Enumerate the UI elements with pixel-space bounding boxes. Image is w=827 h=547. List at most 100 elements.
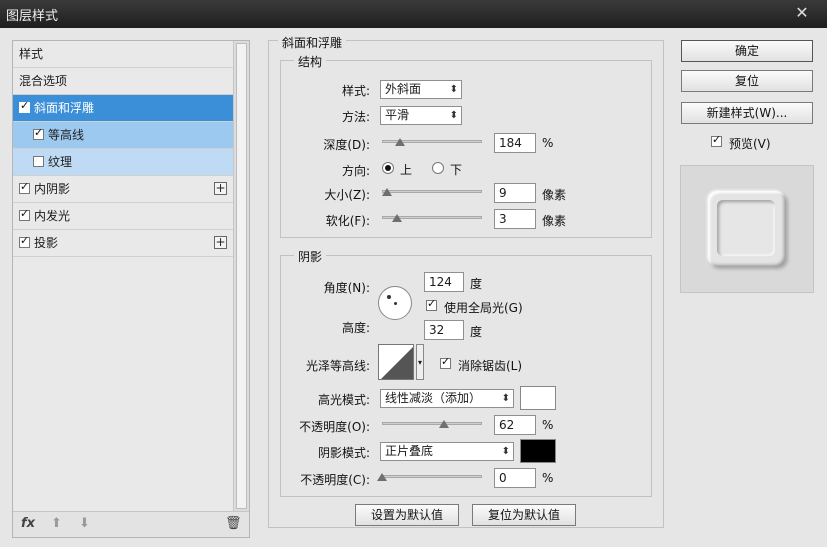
slider-knob[interactable] <box>377 473 387 481</box>
antialias-checkbox[interactable] <box>440 355 451 369</box>
direction-up-label: 上 <box>400 163 413 177</box>
styles-list-scrollbar[interactable] <box>233 41 249 511</box>
highlight-mode-select[interactable]: 线性减淡（添加） <box>380 389 514 408</box>
contour-graph-icon <box>381 347 413 379</box>
altitude-label: 高度: <box>341 321 370 335</box>
move-down-icon[interactable]: ⬇ <box>79 516 90 531</box>
global-light-checkbox[interactable] <box>426 297 437 311</box>
soften-unit: 像素 <box>542 214 567 228</box>
shadow-mode-select[interactable]: 正片叠底 <box>380 442 514 461</box>
style-list-item-label: 内阴影 <box>34 182 71 196</box>
add-style-icon[interactable]: + <box>214 182 227 195</box>
reset-default-button[interactable]: 复位为默认值 <box>472 504 576 526</box>
style-list-item-label: 内发光 <box>34 209 71 223</box>
angle-input[interactable]: 124 <box>424 272 464 292</box>
highlight-opacity-label: 不透明度(O): <box>299 420 370 434</box>
gloss-contour-label: 光泽等高线: <box>305 359 370 373</box>
reset-button[interactable]: 复位 <box>681 70 813 92</box>
shadow-mode-label: 阴影模式: <box>317 446 370 460</box>
shadow-opacity-input[interactable]: 0 <box>494 468 536 488</box>
size-unit: 像素 <box>542 188 567 202</box>
highlight-opacity-input[interactable]: 62 <box>494 415 536 435</box>
gloss-contour-preview[interactable] <box>378 344 414 380</box>
styles-list: 样式混合选项斜面和浮雕等高线纹理内阴影 + 内发光投影 + <box>13 41 233 511</box>
close-icon[interactable]: ✕ <box>785 2 819 24</box>
preview-checkbox[interactable] <box>711 133 722 147</box>
style-list-item[interactable]: 纹理 <box>13 149 233 176</box>
method-select[interactable]: 平滑 <box>380 106 462 125</box>
style-select[interactable]: 外斜面 <box>380 80 462 99</box>
window-title: 图层样式 <box>6 9 59 24</box>
depth-unit: % <box>542 136 554 150</box>
depth-input[interactable]: 184 <box>494 133 536 153</box>
style-list-item[interactable]: 混合选项 <box>13 68 233 95</box>
slider-track <box>382 422 482 425</box>
set-default-button[interactable]: 设置为默认值 <box>355 504 459 526</box>
soften-slider[interactable] <box>382 214 482 222</box>
style-preview-box <box>680 165 814 293</box>
style-list-item[interactable]: 内阴影 + <box>13 176 233 203</box>
layer-style-dialog: 样式混合选项斜面和浮雕等高线纹理内阴影+内发光投影+ fx ⬆ ⬇ 🗑 斜面和浮… <box>0 28 827 547</box>
fx-icon[interactable]: fx <box>21 516 35 531</box>
altitude-unit: 度 <box>470 325 483 339</box>
style-enable-checkbox[interactable] <box>19 234 30 248</box>
size-label: 大小(Z): <box>324 188 370 202</box>
soften-input[interactable]: 3 <box>494 209 536 229</box>
direction-label: 方向: <box>341 164 370 178</box>
add-style-icon[interactable]: + <box>214 236 227 249</box>
slider-knob[interactable] <box>395 138 405 146</box>
style-list-item[interactable]: 等高线 <box>13 122 233 149</box>
angle-unit: 度 <box>470 277 483 291</box>
style-list-item[interactable]: 斜面和浮雕 <box>13 95 233 122</box>
angle-dial-center <box>394 302 397 305</box>
style-list-item-label: 斜面和浮雕 <box>34 101 95 115</box>
style-enable-checkbox[interactable] <box>19 180 30 194</box>
style-list-item[interactable]: 样式 <box>13 41 233 68</box>
shading-title: 阴影 <box>294 248 327 265</box>
shadow-opacity-label: 不透明度(C): <box>300 473 370 487</box>
bevel-section-title: 斜面和浮雕 <box>278 34 347 51</box>
preview-label: 预览(V) <box>729 137 771 151</box>
style-enable-checkbox[interactable] <box>19 99 30 113</box>
shadow-opacity-unit: % <box>542 471 554 485</box>
angle-dial[interactable] <box>378 286 412 320</box>
preview-inner <box>717 200 775 256</box>
depth-slider[interactable] <box>382 138 482 146</box>
slider-knob[interactable] <box>382 188 392 196</box>
soften-label: 软化(F): <box>325 214 370 228</box>
slider-knob[interactable] <box>439 420 449 428</box>
slider-knob[interactable] <box>392 214 402 222</box>
altitude-input[interactable]: 32 <box>424 320 464 340</box>
style-enable-checkbox[interactable] <box>19 207 30 221</box>
size-slider[interactable] <box>382 188 482 196</box>
depth-label: 深度(D): <box>323 138 370 152</box>
ok-button[interactable]: 确定 <box>681 40 813 62</box>
direction-up-radio[interactable] <box>382 162 394 174</box>
styles-list-panel: 样式混合选项斜面和浮雕等高线纹理内阴影 + 内发光投影 + fx ⬆ ⬇ 🗑 <box>12 40 250 538</box>
style-label: 样式: <box>341 84 370 98</box>
style-list-item-label: 混合选项 <box>19 74 68 88</box>
style-list-item-label: 纹理 <box>48 155 73 169</box>
style-list-item-label: 投影 <box>34 236 59 250</box>
scrollbar-thumb[interactable] <box>236 43 247 509</box>
style-enable-checkbox[interactable] <box>33 156 44 167</box>
style-enable-checkbox[interactable] <box>33 126 44 140</box>
move-up-icon[interactable]: ⬆ <box>51 516 62 531</box>
trash-icon[interactable]: 🗑 <box>225 516 242 531</box>
style-list-item[interactable]: 内发光 <box>13 203 233 230</box>
shadow-opacity-slider[interactable] <box>377 473 482 481</box>
style-list-item[interactable]: 投影 + <box>13 230 233 257</box>
highlight-opacity-slider[interactable] <box>382 420 482 428</box>
contour-dropdown-icon[interactable]: ▾ <box>416 344 424 380</box>
shadow-color-swatch[interactable] <box>520 439 556 463</box>
new-style-button[interactable]: 新建样式(W)... <box>681 102 813 124</box>
direction-down-radio[interactable] <box>432 162 444 174</box>
method-label: 方法: <box>341 110 370 124</box>
angle-dial-dot <box>387 295 391 299</box>
size-input[interactable]: 9 <box>494 183 536 203</box>
highlight-color-swatch[interactable] <box>520 386 556 410</box>
global-light-label: 使用全局光(G) <box>444 301 523 315</box>
style-list-item-label: 等高线 <box>48 128 85 142</box>
direction-down-label: 下 <box>450 163 463 177</box>
styles-list-toolbar: fx ⬆ ⬇ 🗑 <box>13 511 249 537</box>
